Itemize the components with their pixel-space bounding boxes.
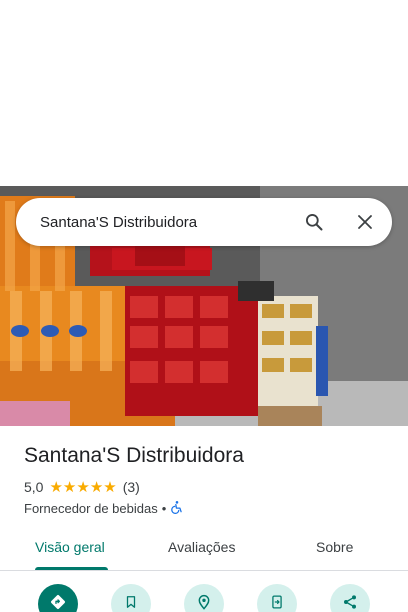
separator-dot: •: [161, 501, 167, 516]
nearby-icon: [196, 594, 212, 612]
tab-bar: Visão geral Avaliações Sobre: [0, 528, 408, 571]
wheelchair-accessible-icon: [170, 500, 184, 517]
search-bar[interactable]: Santana'S Distribuidora: [16, 198, 392, 246]
place-category: Fornecedor de bebidas: [24, 501, 158, 516]
directions-icon: [50, 594, 66, 612]
share-button[interactable]: [330, 584, 370, 612]
send-to-phone-icon: [270, 594, 284, 612]
tab-about[interactable]: Sobre: [316, 539, 353, 555]
save-button[interactable]: [111, 584, 151, 612]
star-icon: ★: [76, 478, 90, 496]
star-icon: ★: [62, 478, 77, 496]
tab-overview[interactable]: Visão geral: [35, 539, 105, 555]
review-count[interactable]: (3): [123, 479, 140, 495]
star-icon: ★: [89, 478, 104, 496]
star-rating: ★ ★ ★ ★ ★: [49, 480, 116, 495]
map-area: [0, 0, 408, 186]
send-to-phone-button[interactable]: [257, 584, 297, 612]
action-buttons: [0, 584, 408, 612]
nearby-button[interactable]: [184, 584, 224, 612]
search-icon[interactable]: [302, 210, 326, 234]
star-icon: ★: [103, 478, 117, 496]
tab-reviews[interactable]: Avaliações: [168, 539, 235, 555]
close-icon[interactable]: [353, 210, 377, 234]
category-row: Fornecedor de bebidas •: [24, 500, 184, 517]
rating-row[interactable]: 5,0 ★ ★ ★ ★ ★ (3): [24, 479, 140, 495]
search-input[interactable]: Santana'S Distribuidora: [40, 214, 392, 231]
star-icon: ★: [49, 478, 63, 496]
directions-button[interactable]: [38, 584, 78, 612]
active-tab-indicator: [35, 567, 108, 570]
rating-value: 5,0: [24, 479, 44, 495]
bookmark-icon: [124, 594, 138, 612]
share-icon: [342, 594, 358, 612]
place-title: Santana'S Distribuidora: [24, 444, 244, 467]
